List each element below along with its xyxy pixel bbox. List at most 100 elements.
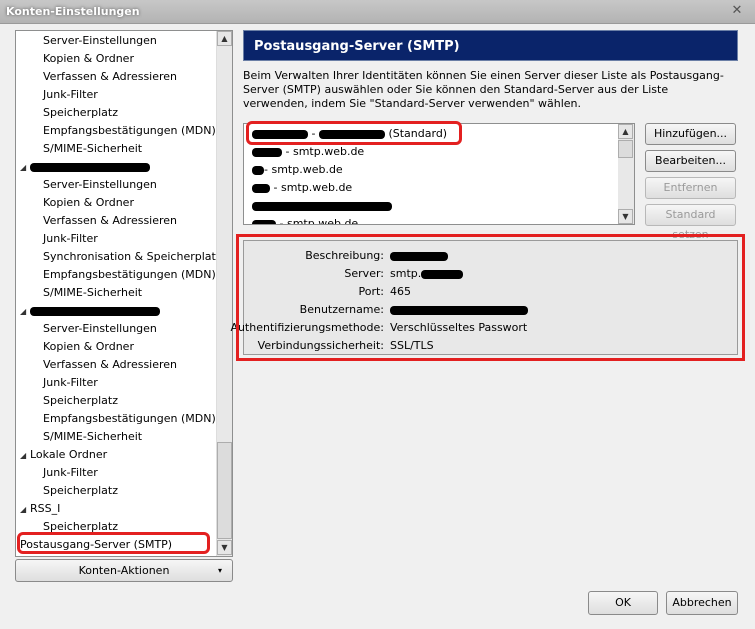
tree-item[interactable]: S/MIME-Sicherheit (43, 140, 142, 158)
cancel-button[interactable]: Abbrechen (666, 591, 738, 615)
tree-item[interactable]: Junk-Filter (43, 464, 98, 482)
collapse-icon[interactable]: ◢ (20, 159, 30, 177)
tree-item-label: Junk-Filter (43, 232, 98, 245)
tree-item-label: Verfassen & Adressieren (43, 214, 178, 227)
scroll-up-icon[interactable]: ▲ (217, 31, 232, 46)
tree-item-label: Verfassen & Adressieren (43, 70, 178, 83)
tree-item-label: Lokale Ordner (30, 448, 108, 461)
default-server-highlight-annotation (246, 121, 462, 145)
tree-item[interactable]: Verfassen & Adressieren (43, 356, 177, 374)
tree-account-item[interactable]: ◢ RSS_I (20, 500, 60, 518)
collapse-icon[interactable]: ◢ (20, 501, 30, 519)
tree-item-label: Server-Einstellungen (43, 178, 157, 191)
tree-item-label: Kopien & Ordner (43, 340, 134, 353)
ok-button[interactable]: OK (588, 591, 658, 615)
account-tree[interactable]: Server-Einstellungen Kopien & Ordner Verfa… (15, 30, 233, 557)
list-scroll-up-icon[interactable]: ▲ (618, 124, 633, 139)
details-highlight-annotation (236, 234, 745, 361)
tree-item-label: Server-Einstellungen (43, 34, 157, 47)
redacted-value (252, 147, 282, 157)
tree-item-label: Kopien & Ordner (43, 52, 134, 65)
tree-item-label: Server-Einstellungen (43, 322, 157, 335)
server-list-item[interactable]: - smtp.web.de (252, 179, 352, 197)
tree-item[interactable]: Empfangsbestätigungen (MDN) (43, 122, 216, 140)
remove-server-label: Entfernen (663, 181, 718, 194)
tree-item-label: Speicherplatz (43, 394, 118, 407)
edit-server-label: Bearbeiten... (655, 154, 726, 167)
server-label: - smtp.web.de (276, 217, 359, 225)
tree-account-item[interactable]: ◢ (20, 302, 160, 320)
tree-item[interactable]: Junk-Filter (43, 86, 98, 104)
redacted-account-name (30, 306, 160, 316)
tree-item-label: Synchronisation & Speicherplatz (43, 250, 222, 263)
window-title: Konten-Einstellungen (6, 5, 140, 18)
tree-item[interactable]: Kopien & Ordner (43, 194, 134, 212)
dropdown-arrow-icon: ▾ (217, 566, 222, 575)
server-list-item[interactable] (252, 197, 392, 215)
redacted-account-name (30, 162, 150, 172)
collapse-icon[interactable]: ◢ (20, 303, 30, 321)
tree-item[interactable]: Server-Einstellungen (43, 176, 157, 194)
server-list-item[interactable]: - smtp.web.de (252, 215, 359, 225)
tree-item[interactable]: Server-Einstellungen (43, 32, 157, 50)
tree-item-label: RSS_I (30, 502, 61, 515)
server-label: - smtp.web.de (282, 145, 365, 158)
tree-item-label: Junk-Filter (43, 376, 98, 389)
server-list-item[interactable]: - smtp.web.de (252, 143, 364, 161)
add-server-button[interactable]: Hinzufügen... (645, 123, 736, 145)
tree-item[interactable]: Server-Einstellungen (43, 320, 157, 338)
redacted-value (252, 201, 392, 211)
description-text: Beim Verwalten Ihrer Identitäten können … (243, 69, 724, 110)
list-scroll-down-icon[interactable]: ▼ (618, 209, 633, 224)
tree-scrollbar[interactable]: ▲ ▼ (216, 31, 232, 556)
tree-item[interactable]: Junk-Filter (43, 230, 98, 248)
account-tree-items: Server-Einstellungen Kopien & Ordner Verfa… (16, 31, 222, 556)
tree-item[interactable]: Speicherplatz (43, 104, 118, 122)
tree-item[interactable]: Empfangsbestätigungen (MDN) (43, 266, 216, 284)
tree-item-label: Speicherplatz (43, 484, 118, 497)
tree-account-item[interactable]: ◢ (20, 158, 150, 176)
add-server-label: Hinzufügen... (653, 127, 728, 140)
tree-item-label: Junk-Filter (43, 466, 98, 479)
collapse-icon[interactable]: ◢ (20, 447, 30, 465)
tree-item-label: S/MIME-Sicherheit (43, 286, 143, 299)
scroll-thumb[interactable] (217, 442, 232, 539)
page-header: Postausgang-Server (SMTP) (243, 30, 738, 61)
server-list-item[interactable]: - smtp.web.de (252, 161, 343, 179)
tree-item[interactable]: Speicherplatz (43, 392, 118, 410)
tree-item[interactable]: S/MIME-Sicherheit (43, 428, 142, 446)
set-default-button[interactable]: Standard setzen (645, 204, 736, 241)
tree-item[interactable]: Kopien & Ordner (43, 338, 134, 356)
tree-item[interactable]: Junk-Filter (43, 374, 98, 392)
tree-item-label: S/MIME-Sicherheit (43, 142, 143, 155)
redacted-value (252, 183, 270, 193)
redacted-value (252, 165, 264, 175)
selection-highlight-annotation (17, 532, 210, 554)
remove-server-button[interactable]: Entfernen (645, 177, 736, 199)
tree-item[interactable]: Kopien & Ordner (43, 50, 134, 68)
tree-item-label: Empfangsbestätigungen (MDN) (43, 124, 216, 137)
tree-item[interactable]: Verfassen & Adressieren (43, 68, 177, 86)
tree-item-label: Verfassen & Adressieren (43, 358, 178, 371)
tree-item[interactable]: S/MIME-Sicherheit (43, 284, 142, 302)
server-label: - smtp.web.de (264, 163, 343, 176)
account-actions-label: Konten-Aktionen (78, 564, 170, 577)
close-icon[interactable]: ✕ (729, 3, 745, 19)
account-actions-button[interactable]: Konten-Aktionen ▾ (15, 559, 233, 582)
tree-item-label: Empfangsbestätigungen (MDN) (43, 268, 216, 281)
tree-item-label: Speicherplatz (43, 106, 118, 119)
tree-item[interactable]: Speicherplatz (43, 482, 118, 500)
scroll-down-icon[interactable]: ▼ (217, 540, 232, 555)
server-list-scrollbar[interactable]: ▲ ▼ (618, 124, 634, 224)
tree-item-label: S/MIME-Sicherheit (43, 430, 143, 443)
tree-item-label: Junk-Filter (43, 88, 98, 101)
edit-server-button[interactable]: Bearbeiten... (645, 150, 736, 172)
tree-account-item[interactable]: ◢ Lokale Ordner (20, 446, 107, 464)
tree-item[interactable]: Verfassen & Adressieren (43, 212, 177, 230)
tree-item[interactable]: Synchronisation & Speicherplatz (43, 248, 222, 266)
page-title: Postausgang-Server (SMTP) (254, 39, 460, 54)
tree-item-label: Kopien & Ordner (43, 196, 134, 209)
tree-item[interactable]: Empfangsbestätigungen (MDN) (43, 410, 216, 428)
cancel-label: Abbrechen (672, 596, 732, 609)
list-scroll-thumb[interactable] (618, 140, 633, 158)
